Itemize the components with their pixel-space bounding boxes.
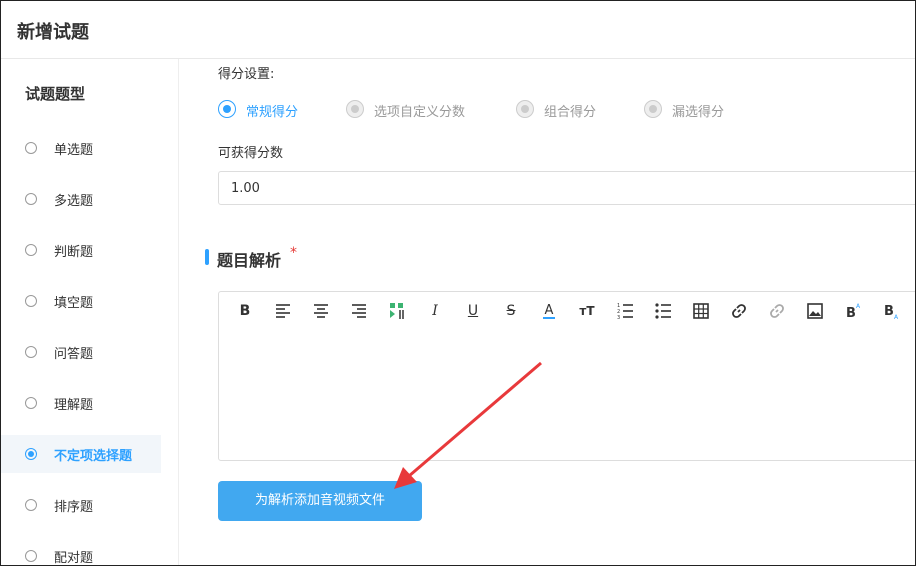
page-title: 新增试题 bbox=[17, 22, 89, 43]
sidebar-item-comprehension[interactable]: 理解题 bbox=[1, 384, 161, 422]
superscript-icon[interactable]: BA bbox=[843, 301, 863, 321]
sidebar-item-fill-blank[interactable]: 填空题 bbox=[1, 282, 161, 320]
sidebar-item-matching[interactable]: 配对题 bbox=[1, 537, 161, 566]
sidebar-title: 试题题型 bbox=[25, 85, 86, 103]
table-icon[interactable] bbox=[691, 301, 711, 321]
sidebar-item-label: 排序题 bbox=[54, 500, 94, 515]
points-input[interactable]: 1.00 bbox=[218, 171, 915, 205]
add-media-button[interactable]: 为解析添加音视频文件 bbox=[218, 481, 422, 521]
analysis-rich-text-editor[interactable]: B I U S A тT 1 2 3 B A B A bbox=[218, 291, 915, 461]
sidebar-item-essay[interactable]: 问答题 bbox=[1, 333, 161, 371]
window-frame: 新增试题 试题题型 单选题 多选题 判断题 填空题 问答题 理解题 不定项选择题… bbox=[0, 0, 916, 566]
sidebar-item-label: 不定项选择题 bbox=[54, 449, 133, 464]
page-header: 新增试题 bbox=[1, 1, 915, 59]
font-color-icon[interactable]: A bbox=[539, 301, 559, 321]
image-icon[interactable] bbox=[805, 301, 825, 321]
sidebar-item-label: 配对题 bbox=[54, 551, 94, 566]
svg-text:3: 3 bbox=[617, 315, 620, 321]
sidebar-item-multiple-choice[interactable]: 多选题 bbox=[1, 180, 161, 218]
ordered-list-icon[interactable]: 123 bbox=[615, 301, 635, 321]
score-settings-label: 得分设置: bbox=[218, 67, 275, 82]
svg-text:A: A bbox=[856, 303, 861, 310]
radio-disabled-icon bbox=[346, 100, 364, 118]
sidebar-item-label: 问答题 bbox=[54, 347, 94, 362]
required-marker: * bbox=[290, 245, 297, 261]
radio-icon bbox=[25, 499, 37, 511]
score-option-label: 漏选得分 bbox=[672, 105, 725, 120]
font-size-icon[interactable]: тT bbox=[577, 301, 597, 321]
radio-icon bbox=[25, 346, 37, 358]
analysis-section-title: 题目解析 bbox=[217, 251, 282, 270]
score-option-label: 选项自定义分数 bbox=[374, 105, 466, 120]
points-label: 可获得分数 bbox=[218, 146, 284, 161]
editor-toolbar: B I U S A тT 1 2 3 B A B A bbox=[219, 292, 915, 330]
unlink-icon[interactable] bbox=[767, 301, 787, 321]
sidebar-item-ordering[interactable]: 排序题 bbox=[1, 486, 161, 524]
strikethrough-icon[interactable]: S bbox=[501, 301, 521, 321]
sidebar-item-label: 判断题 bbox=[54, 245, 94, 260]
sidebar-item-indefinite-choice[interactable]: 不定项选择题 bbox=[1, 435, 161, 473]
sidebar-item-label: 理解题 bbox=[54, 398, 94, 413]
radio-checked-icon bbox=[218, 100, 236, 118]
italic-icon[interactable]: I bbox=[425, 301, 445, 321]
subscript-icon[interactable]: BA bbox=[881, 301, 901, 321]
link-icon[interactable] bbox=[729, 301, 749, 321]
section-accent-bar bbox=[205, 249, 209, 265]
unordered-list-icon[interactable] bbox=[653, 301, 673, 321]
align-right-icon[interactable] bbox=[349, 301, 369, 321]
radio-icon bbox=[25, 295, 37, 307]
question-type-sidebar: 试题题型 单选题 多选题 判断题 填空题 问答题 理解题 不定项选择题 排序题 … bbox=[1, 59, 179, 566]
score-option-label: 组合得分 bbox=[544, 105, 597, 120]
radio-icon bbox=[25, 142, 37, 154]
svg-text:B: B bbox=[884, 304, 894, 319]
radio-checked-icon bbox=[25, 448, 37, 460]
score-option-label: 常规得分 bbox=[246, 105, 299, 120]
radio-icon bbox=[25, 193, 37, 205]
radio-icon bbox=[25, 550, 37, 562]
sidebar-item-label: 填空题 bbox=[54, 296, 94, 311]
align-center-icon[interactable] bbox=[311, 301, 331, 321]
underline-icon[interactable]: U bbox=[463, 301, 483, 321]
main-content: 得分设置: 常规得分 选项自定义分数 组合得分 漏选得分 可获得分数 1.00 … bbox=[179, 59, 915, 565]
svg-text:A: A bbox=[545, 303, 554, 318]
svg-text:A: A bbox=[894, 314, 899, 321]
sidebar-item-label: 多选题 bbox=[54, 194, 94, 209]
radio-disabled-icon bbox=[644, 100, 662, 118]
sidebar-item-label: 单选题 bbox=[54, 143, 94, 158]
align-left-icon[interactable] bbox=[273, 301, 293, 321]
svg-text:B: B bbox=[846, 306, 856, 321]
radio-disabled-icon bbox=[516, 100, 534, 118]
radio-icon bbox=[25, 244, 37, 256]
radio-icon bbox=[25, 397, 37, 409]
bold-icon[interactable]: B bbox=[235, 301, 255, 321]
paragraph-direction-icon[interactable] bbox=[387, 301, 407, 321]
sidebar-item-true-false[interactable]: 判断题 bbox=[1, 231, 161, 269]
sidebar-item-single-choice[interactable]: 单选题 bbox=[1, 129, 161, 167]
